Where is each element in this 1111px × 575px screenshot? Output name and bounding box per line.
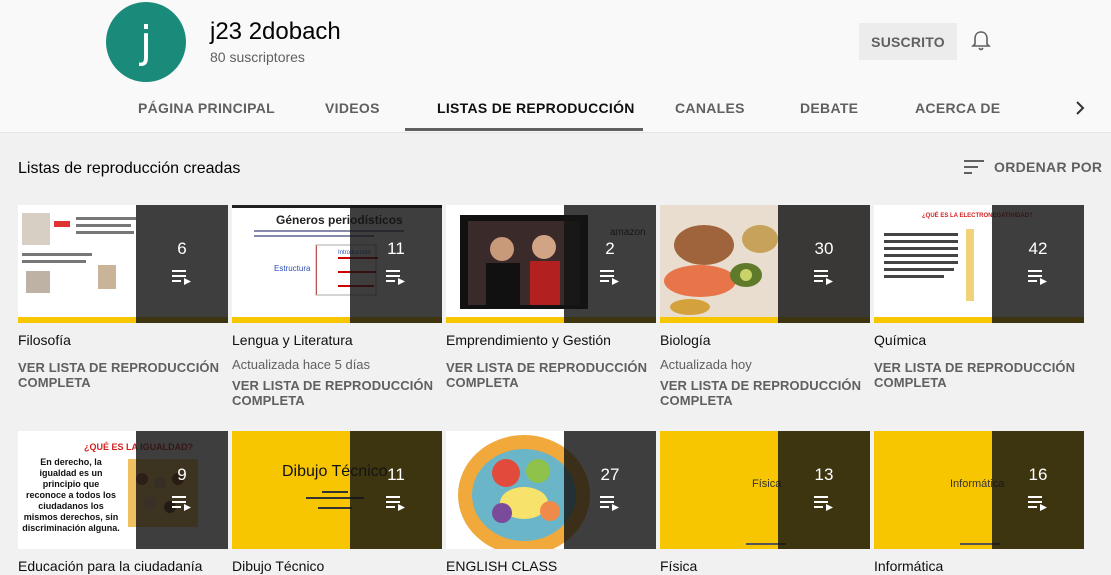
playlist-card[interactable]: 6 Filosofía VER LISTA DE REPRODUCCIÓN CO… [18,205,228,390]
view-full-playlist-link[interactable]: VER LISTA DE REPRODUCCIÓN COMPLETA [18,360,228,390]
sort-icon [964,160,984,174]
playlist-count-overlay: 11 [350,431,442,549]
video-count: 16 [1028,465,1048,484]
tab-discussion[interactable]: DEBATE [800,100,858,116]
playlist-updated: Actualizada hace 5 días [232,357,371,372]
bell-icon[interactable] [971,30,991,52]
playlist-title[interactable]: Química [874,332,1084,348]
channel-header: j j23 2dobach 80 suscriptores SUSCRITO P… [0,0,1111,133]
playlist-thumbnail[interactable]: amazon 2 [446,205,656,323]
playlist-updated: Actualizada hoy [660,357,752,372]
playlist-title[interactable]: ENGLISH CLASS [446,558,656,574]
tab-about[interactable]: ACERCA DE [915,100,1000,116]
chevron-right-icon[interactable] [1072,98,1088,118]
playlist-title[interactable]: Emprendimiento y Gestión [446,332,656,348]
sort-button[interactable]: ORDENAR POR [963,158,1102,176]
playlist-count-overlay: 2 [564,205,656,323]
video-count: 11 [387,239,405,258]
playlist-thumbnail[interactable]: Informática 16 [874,431,1084,549]
tab-channels[interactable]: CANALES [675,100,745,116]
video-count: 9 [177,465,187,484]
playlist-card[interactable]: Informática 16 Informática [874,431,1084,574]
playlist-count-overlay: 42 [992,205,1084,323]
subscriber-count: 80 suscriptores [210,49,305,65]
playlist-card[interactable]: Géneros periodísticos Estructura Introdu… [232,205,442,408]
tab-playlists[interactable]: LISTAS DE REPRODUCCIÓN [437,100,635,116]
playlist-icon [600,270,619,285]
playlist-icon [386,496,405,511]
playlist-count-overlay: 9 [136,431,228,549]
video-count: 6 [177,239,187,258]
playlist-count-overlay: 16 [992,431,1084,549]
playlist-card[interactable]: Dibujo Técnico 11 Dibujo Técnico [232,431,442,574]
video-count: 42 [1028,239,1048,258]
active-tab-indicator [405,128,643,131]
playlist-title[interactable]: Lengua y Literatura [232,332,442,348]
subscribed-button[interactable]: SUSCRITO [859,23,957,60]
playlist-count-overlay: 13 [778,431,870,549]
video-count: 27 [600,465,620,484]
playlist-card[interactable]: 27 ENGLISH CLASS [446,431,656,574]
playlist-thumbnail[interactable]: ¿QUÉ ES LA IGUALDAD? En derecho, la igua… [18,431,228,549]
sort-label: ORDENAR POR [994,159,1103,175]
section-title: Listas de reproducción creadas [18,160,241,177]
video-count: 30 [814,239,834,258]
playlist-count-overlay: 6 [136,205,228,323]
playlist-icon [172,496,191,511]
playlist-icon [814,496,833,511]
playlist-thumbnail[interactable]: Géneros periodísticos Estructura Introdu… [232,205,442,323]
channel-avatar[interactable]: j [106,2,186,82]
playlist-title[interactable]: Filosofía [18,332,228,348]
video-count: 2 [605,239,615,258]
playlist-thumbnail[interactable]: Física 13 [660,431,870,549]
playlist-thumbnail[interactable]: 30 [660,205,870,323]
playlist-icon [172,270,191,285]
playlist-card[interactable]: 30 Biología Actualizada hoy VER LISTA DE… [660,205,870,408]
playlist-icon [386,270,405,285]
channel-tabs: PÁGINA PRINCIPAL VIDEOS LISTAS DE REPROD… [0,86,1111,132]
playlist-thumbnail[interactable]: 6 [18,205,228,323]
playlist-title[interactable]: Informática [874,558,1084,574]
playlist-title[interactable]: Educación para la ciudadanía [18,558,228,574]
playlist-thumbnail[interactable]: ¿QUÉ ES LA ELECTRONEGATIVIDAD? 42 [874,205,1084,323]
view-full-playlist-link[interactable]: VER LISTA DE REPRODUCCIÓN COMPLETA [660,378,870,408]
video-count: 13 [814,465,834,484]
playlist-icon [1028,270,1047,285]
thumbnail-sub-text: Estructura [274,264,311,273]
playlist-card[interactable]: ¿QUÉ ES LA ELECTRONEGATIVIDAD? 42 Químic… [874,205,1084,390]
view-full-playlist-link[interactable]: VER LISTA DE REPRODUCCIÓN COMPLETA [446,360,656,390]
thumbnail-sub-text: En derecho, la igualdad es un principio … [22,457,120,533]
playlist-card[interactable]: ¿QUÉ ES LA IGUALDAD? En derecho, la igua… [18,431,228,574]
channel-name: j23 2dobach [210,18,341,45]
playlist-thumbnail[interactable]: 27 [446,431,656,549]
playlist-title[interactable]: Física [660,558,870,574]
tab-home[interactable]: PÁGINA PRINCIPAL [138,100,275,116]
playlist-title[interactable]: Dibujo Técnico [232,558,442,574]
video-count: 11 [387,465,405,484]
playlist-icon [600,496,619,511]
tab-videos[interactable]: VIDEOS [325,100,380,116]
playlist-count-overlay: 30 [778,205,870,323]
playlist-count-overlay: 27 [564,431,656,549]
view-full-playlist-link[interactable]: VER LISTA DE REPRODUCCIÓN COMPLETA [874,360,1084,390]
playlist-count-overlay: 11 [350,205,442,323]
avatar-letter: j [139,16,153,68]
playlist-thumbnail[interactable]: Dibujo Técnico 11 [232,431,442,549]
view-full-playlist-link[interactable]: VER LISTA DE REPRODUCCIÓN COMPLETA [232,378,442,408]
playlist-title[interactable]: Biología [660,332,870,348]
playlist-card[interactable]: amazon 2 Emprendimiento y Gestión VER LI… [446,205,656,390]
playlist-icon [814,270,833,285]
playlist-card[interactable]: Física 13 Física [660,431,870,574]
playlist-icon [1028,496,1047,511]
